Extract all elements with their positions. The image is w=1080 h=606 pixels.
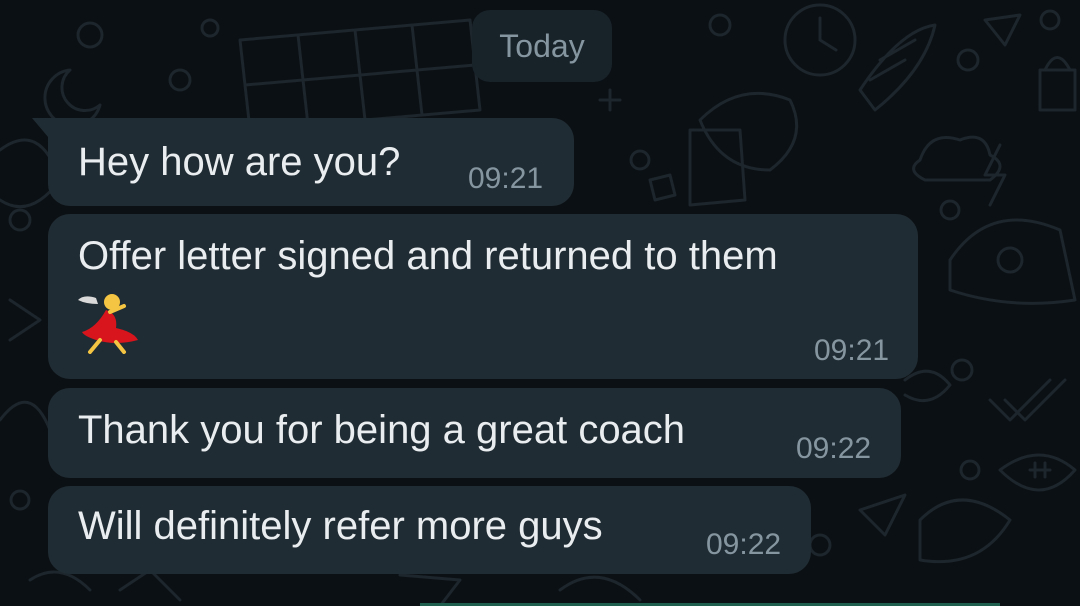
message-text: Offer letter signed and returned to them — [78, 234, 778, 278]
message-text: Thank you for being a great coach — [78, 408, 686, 452]
dancer-emoji — [78, 294, 138, 354]
message-bubble[interactable]: Hey how are you? 09:21 — [32, 118, 574, 206]
message-text: Hey how are you? — [78, 140, 401, 184]
message-time: 09:21 — [814, 334, 890, 367]
message-bubble[interactable]: Will definitely refer more guys 09:22 — [48, 486, 811, 574]
message-bubble[interactable]: Thank you for being a great coach 09:22 — [48, 388, 901, 478]
message-text: Will definitely refer more guys — [78, 504, 603, 548]
message-bubble[interactable]: Offer letter signed and returned to them… — [48, 214, 918, 379]
date-divider: Today — [472, 10, 612, 82]
message-time: 09:22 — [796, 432, 872, 465]
message-time: 09:21 — [468, 162, 544, 195]
message-time: 09:22 — [706, 528, 782, 561]
bubble-tail — [32, 118, 54, 144]
